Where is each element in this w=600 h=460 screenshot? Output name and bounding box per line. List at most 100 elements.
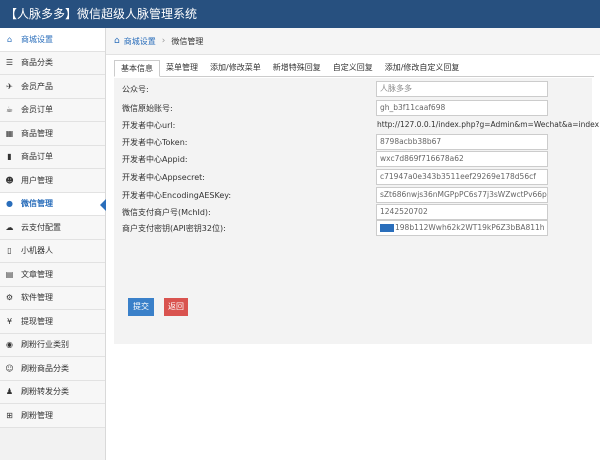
app-title-bar: 【人脉多多】微信超级人脉管理系统 [0,0,600,28]
tab[interactable]: 新增特殊回复 [267,60,327,76]
sidebar-item[interactable]: ▯ 小机器人 [0,239,105,263]
users-icon: ☻ [5,175,14,185]
tab[interactable]: 添加/修改菜单 [204,60,267,76]
github-icon: ◉ [6,340,13,350]
form-row: 开发者中心EncodingAESKey: sZt686nwjs36nMGPpPC6… [114,187,592,203]
sitemap-icon: ⊞ [6,410,13,420]
basic-info-form: 公众号: 人脉多多微信原始账号: gh_b3f11caaf698 开发者中心url: h… [114,78,599,288]
input-value: wxc7d869f716678a62 [380,154,464,163]
submit-button[interactable]: 提交 [128,298,154,316]
sidebar-item-label: 软件管理 [21,293,53,303]
field-label: 开发者中心Appid: [122,155,188,164]
text-input[interactable]: sZt686nwjs36nMGPpPC6s77j3sWZwctPv66pW6cy… [376,187,548,203]
input-value: sZt686nwjs36nMGPpPC6s77j3sWZwctPv66pW6cy… [380,190,547,199]
sidebar-item-label: 商品分类 [21,58,53,68]
form-row: 开发者中心Appid: wxc7d869f716678a62 [114,151,592,167]
tab[interactable]: 自定义回复 [327,60,379,76]
form-row: 开发者中心Appsecret: c71947a0e343b3511eef29269… [114,169,592,185]
sidebar-item-label: 会员订单 [21,105,53,115]
tab[interactable]: 添加/修改自定义回复 [379,60,466,76]
text-input[interactable]: gh_b3f11caaf698 [376,100,548,116]
sidebar-item-label: 商城设置 [21,34,53,44]
form-row: 公众号: 人脉多多 [114,81,592,97]
input-value: 1242520702 [380,207,428,216]
sidebar-item-label: 刷粉商品分类 [21,363,69,373]
form-row: 商户支付密钥(API密钥32位): 198b112Wwh62k2WT19kP6Z3… [114,220,592,236]
tab[interactable]: 基本信息 [114,60,160,77]
sidebar-item[interactable]: ¥ 提现管理 [0,310,105,334]
sidebar-item-label: 文章管理 [21,269,53,279]
chevron-right-icon: › [161,36,166,46]
sidebar-item[interactable]: ☁ 云支付配置 [0,216,105,240]
sidebar-item[interactable]: ☰ 商品分类 [0,51,105,75]
sidebar-item[interactable]: ⌂ 商城设置 [0,28,105,52]
input-value: gh_b3f11caaf698 [380,103,446,112]
sidebar-item[interactable]: ♟ 刷粉转发分类 [0,380,105,404]
text-input[interactable]: 198b112Wwh62k2WT19kP6Z3bBA811h [376,220,548,236]
cloud-icon: ☁ [5,222,14,232]
tab[interactable]: 菜单管理 [160,60,204,76]
field-label: 公众号: [122,85,149,94]
form-row: 微信支付商户号(MchId): 1242520702 [114,204,592,220]
text-input[interactable]: 8798acbb38b67 [376,134,548,150]
sidebar-item[interactable]: ☻ 用户管理 [0,169,105,193]
url-value: http://127.0.0.1/index.php?g=Admin&m=Wec… [377,120,600,129]
reddit-icon: ☺ [5,363,14,373]
document-icon: ▤ [5,269,14,279]
input-value: c71947a0e343b3511eef29269e178d56cf [380,172,536,181]
back-button[interactable]: 返回 [164,298,188,316]
sidebar-item-label: 微信管理 [21,199,53,209]
text-input[interactable]: 1242520702 [376,204,548,220]
home-icon: ⌂ [6,34,13,44]
tab-bar: 基本信息 菜单管理 添加/修改菜单 新增特殊回复 自定义回复 添加/修改自定义回复 [114,60,594,77]
sidebar-item[interactable]: ▦ 商品管理 [0,122,105,146]
grid-icon: ▦ [5,128,14,138]
field-label: 开发者中心Appsecret: [122,173,205,182]
home-icon[interactable]: ⌂ [114,36,120,46]
chart-icon: ▮ [7,152,12,162]
text-input[interactable]: 人脉多多 [376,81,548,97]
text-input[interactable]: wxc7d869f716678a62 [376,151,548,167]
field-label: 商户支付密钥(API密钥32位): [122,224,226,233]
text-input[interactable]: c71947a0e343b3511eef29269e178d56cf [376,169,548,185]
sidebar-item-label: 用户管理 [21,175,53,185]
breadcrumb-current: 微信管理 [171,36,204,46]
form-row: 开发者中心Token: 8798acbb38b67 [114,134,592,150]
field-label: 开发者中心url: [122,121,176,130]
main-content: ⌂ 商城设置 › 微信管理 基本信息 菜单管理 添加/修改菜单 新增特殊回复 自定义回复… [106,28,600,460]
sidebar-item-label: 商品管理 [21,128,53,138]
sidebar-item[interactable]: ▤ 文章管理 [0,263,105,287]
sidebar-item[interactable]: ⊞ 刷粉管理 [0,404,105,428]
input-value: 198b112Wwh62k2WT19kP6Z3bBA811h [395,223,545,232]
sidebar-item-label: 刷粉管理 [21,410,53,420]
chat-icon: ● [6,199,13,209]
sidebar-item[interactable]: ● 微信管理 [0,192,106,216]
sidebar-item[interactable]: ☺ 刷粉商品分类 [0,357,105,381]
input-value: 人脉多多 [380,84,412,93]
text-selection-highlight [380,224,394,232]
app-title: 【人脉多多】微信超级人脉管理系统 [5,7,198,21]
sidebar-item-label: 提现管理 [21,316,53,326]
field-label: 开发者中心Token: [122,138,188,147]
sidebar-item-label: 刷粉转发分类 [21,387,69,397]
field-label: 微信原始账号: [122,104,173,113]
form-row: 开发者中心url: http://127.0.0.1/index.php?g=Ad… [114,117,599,133]
breadcrumb-home-link[interactable]: 商城设置 [124,36,156,47]
yen-icon: ¥ [6,316,13,326]
sidebar-item[interactable]: ⚙ 软件管理 [0,286,105,310]
sidebar-item[interactable]: ✈ 会员产品 [0,75,105,99]
field-label: 微信支付商户号(MchId): [122,208,211,217]
linux-icon: ♟ [5,387,14,397]
sidebar-item[interactable]: ☕ 会员订单 [0,98,105,122]
field-label: 开发者中心EncodingAESKey: [122,191,232,200]
button-area: 提交 返回 [114,288,592,344]
cup-icon: ☕ [5,105,14,115]
sidebar-item-label: 会员产品 [21,81,53,91]
sidebar-item-label: 小机器人 [21,246,53,256]
form-row: 微信原始账号: gh_b3f11caaf698 [114,100,592,116]
sidebar-item[interactable]: ▮ 商品订单 [0,145,105,169]
sidebar-item[interactable]: ◉ 刷粉行业类别 [0,333,105,357]
settings-panel: 基本信息 菜单管理 添加/修改菜单 新增特殊回复 自定义回复 添加/修改自定义回复 公众号… [114,60,599,344]
breadcrumb: ⌂ 商城设置 › 微信管理 [106,28,600,55]
gears-icon: ⚙ [5,293,14,303]
